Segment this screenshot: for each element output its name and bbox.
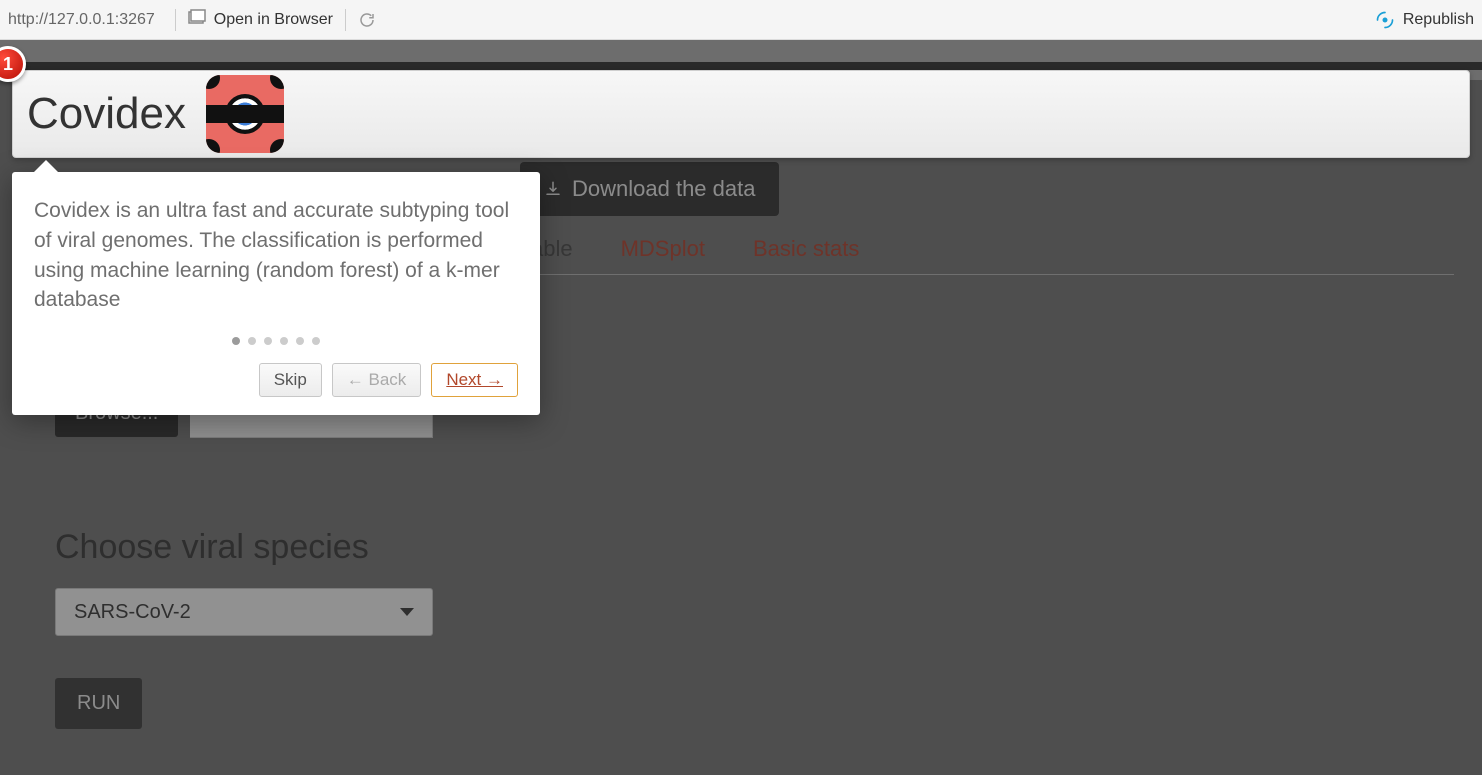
species-selected-value: SARS-CoV-2	[74, 601, 191, 624]
tab-mdsplot[interactable]: MDSplot	[621, 236, 705, 262]
tour-dot[interactable]	[280, 337, 288, 345]
download-label: Download the data	[572, 176, 755, 202]
republish-icon	[1375, 10, 1395, 30]
tour-dot[interactable]	[312, 337, 320, 345]
tour-dot[interactable]	[264, 337, 272, 345]
tour-dot[interactable]	[296, 337, 304, 345]
download-icon	[544, 180, 562, 198]
republish-button[interactable]: Republish	[1375, 10, 1474, 30]
divider	[175, 9, 176, 31]
address-url[interactable]: http://127.0.0.1:3267	[8, 11, 163, 29]
species-select[interactable]: SARS-CoV-2	[55, 588, 433, 636]
tour-dots	[34, 337, 518, 345]
tour-dot[interactable]	[248, 337, 256, 345]
app-header: Covidex	[12, 70, 1470, 158]
app-stage: Download the data Table MDSplot Basic st…	[0, 40, 1482, 775]
republish-label: Republish	[1403, 11, 1474, 29]
chevron-down-icon	[400, 608, 414, 616]
viewer-topbar: http://127.0.0.1:3267 Open in Browser Re…	[0, 0, 1482, 40]
download-data-button[interactable]: Download the data	[520, 162, 779, 216]
tour-text: Covidex is an ultra fast and accurate su…	[34, 196, 518, 315]
tabs: Table MDSplot Basic stats	[520, 236, 1454, 275]
app-logo-icon	[206, 75, 284, 153]
divider	[345, 9, 346, 31]
window-icon	[188, 9, 206, 30]
refresh-button[interactable]	[358, 11, 376, 29]
tour-dot[interactable]	[232, 337, 240, 345]
tour-back-button[interactable]: ← Back	[332, 363, 422, 397]
run-button[interactable]: RUN	[55, 678, 142, 729]
open-in-browser-label: Open in Browser	[214, 11, 333, 29]
app-title: Covidex	[27, 89, 186, 139]
tour-skip-button[interactable]: Skip	[259, 363, 322, 397]
open-in-browser-button[interactable]: Open in Browser	[188, 9, 333, 30]
species-heading: Choose viral species	[55, 528, 369, 567]
tour-actions: Skip ← Back Next →	[34, 363, 518, 397]
tour-next-button[interactable]: Next →	[431, 363, 518, 397]
dark-strip	[0, 62, 1482, 70]
tab-basic-stats[interactable]: Basic stats	[753, 236, 859, 262]
tour-popover: Covidex is an ultra fast and accurate su…	[12, 172, 540, 415]
